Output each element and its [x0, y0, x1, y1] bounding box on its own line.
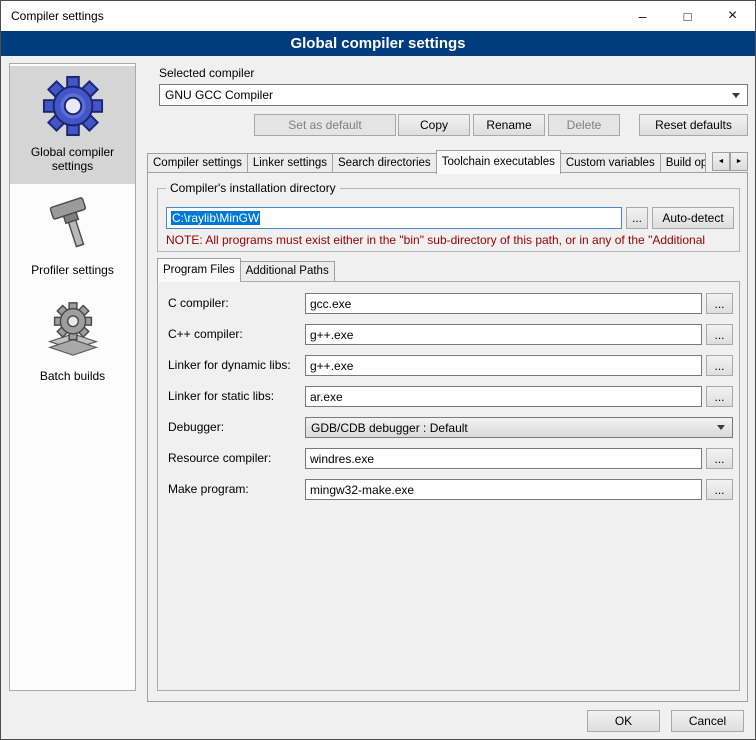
resource-compiler-label: Resource compiler: [168, 451, 271, 465]
static-linker-value: ar.exe [310, 390, 343, 404]
installation-note: NOTE: All programs must exist either in … [166, 233, 751, 247]
tab-additional-paths[interactable]: Additional Paths [240, 261, 335, 281]
make-program-label: Make program: [168, 482, 249, 496]
close-icon[interactable]: × [710, 1, 755, 31]
debugger-label: Debugger: [168, 420, 224, 434]
tab-scroll-left-icon[interactable]: ◄ [712, 152, 730, 171]
titlebar[interactable]: Compiler settings – □ × [1, 1, 755, 31]
installation-directory-group: Compiler's installation directory C:\ray… [157, 188, 740, 252]
tab-build-options[interactable]: Build options [660, 153, 706, 173]
static-linker-browse-button[interactable]: ... [706, 386, 733, 407]
installation-directory-input[interactable]: C:\raylib\MinGW [166, 207, 622, 229]
resource-compiler-value: windres.exe [310, 452, 374, 466]
compiler-settings-window: Compiler settings – □ × Global compiler … [0, 0, 756, 740]
maximize-icon[interactable]: □ [665, 1, 710, 31]
tab-toolchain-executables[interactable]: Toolchain executables [436, 150, 561, 174]
c-compiler-label: C compiler: [168, 296, 229, 310]
field-row: C compiler: gcc.exe ... [158, 293, 739, 314]
field-row: Debugger: GDB/CDB debugger : Default [158, 417, 739, 438]
reset-defaults-button[interactable]: Reset defaults [639, 114, 748, 136]
make-program-value: mingw32-make.exe [310, 483, 414, 497]
tab-custom-variables[interactable]: Custom variables [560, 153, 661, 173]
debugger-value: GDB/CDB debugger : Default [306, 421, 717, 435]
delete-button[interactable]: Delete [548, 114, 620, 136]
settings-tabs: Compiler settings Linker settings Search… [147, 151, 748, 173]
resource-compiler-input[interactable]: windres.exe [305, 448, 702, 469]
c-compiler-value: gcc.exe [310, 297, 351, 311]
tab-linker-settings[interactable]: Linker settings [247, 153, 333, 173]
installation-directory-group-label: Compiler's installation directory [166, 181, 340, 195]
settings-category-list: Global compiler settings Profiler settin… [9, 63, 136, 691]
installation-directory-browse-button[interactable]: ... [626, 207, 648, 229]
dialog-body: Global compiler settings Profiler settin… [1, 56, 755, 739]
cpp-compiler-browse-button[interactable]: ... [706, 324, 733, 345]
selected-compiler-value: GNU GCC Compiler [160, 88, 732, 102]
program-tabs: Program Files Additional Paths [157, 259, 740, 281]
dynamic-linker-value: g++.exe [310, 359, 353, 373]
cpp-compiler-input[interactable]: g++.exe [305, 324, 702, 345]
sidebar-item-label: Profiler settings [31, 263, 114, 277]
field-row: Linker for static libs: ar.exe ... [158, 386, 739, 407]
tab-scroll-right-icon[interactable]: ► [730, 152, 748, 171]
debugger-select[interactable]: GDB/CDB debugger : Default [305, 417, 733, 438]
field-row: C++ compiler: g++.exe ... [158, 324, 739, 345]
sidebar-item-global-compiler-settings[interactable]: Global compiler settings [10, 66, 135, 184]
window-title: Compiler settings [1, 9, 104, 23]
static-linker-label: Linker for static libs: [168, 389, 274, 403]
static-linker-input[interactable]: ar.exe [305, 386, 702, 407]
tab-compiler-settings[interactable]: Compiler settings [147, 153, 248, 173]
program-files-panel: C compiler: gcc.exe ... C++ compiler: g+… [157, 281, 740, 691]
toolchain-executables-panel: Compiler's installation directory C:\ray… [147, 172, 748, 702]
set-as-default-button[interactable]: Set as default [254, 114, 396, 136]
ok-button[interactable]: OK [587, 710, 660, 732]
blue-gear-icon [42, 75, 104, 137]
selected-compiler-label: Selected compiler [159, 66, 254, 80]
field-row: Linker for dynamic libs: g++.exe ... [158, 355, 739, 376]
dropdown-arrow-icon [717, 425, 725, 430]
cancel-button[interactable]: Cancel [671, 710, 744, 732]
copy-button[interactable]: Copy [398, 114, 470, 136]
minimize-icon[interactable]: – [620, 1, 665, 31]
installation-directory-value: C:\raylib\MinGW [171, 211, 260, 225]
dynamic-linker-browse-button[interactable]: ... [706, 355, 733, 376]
c-compiler-browse-button[interactable]: ... [706, 293, 733, 314]
tab-program-files[interactable]: Program Files [157, 258, 241, 282]
field-row: Make program: mingw32-make.exe ... [158, 479, 739, 500]
tab-search-directories[interactable]: Search directories [332, 153, 437, 173]
profiler-hammer-icon [43, 193, 103, 255]
page-title: Global compiler settings [1, 31, 755, 56]
window-controls: – □ × [620, 1, 755, 31]
sidebar-item-label: Batch builds [40, 369, 105, 383]
field-row: Resource compiler: windres.exe ... [158, 448, 739, 469]
make-program-input[interactable]: mingw32-make.exe [305, 479, 702, 500]
auto-detect-button[interactable]: Auto-detect [652, 207, 734, 229]
dynamic-linker-input[interactable]: g++.exe [305, 355, 702, 376]
dropdown-arrow-icon [732, 93, 740, 98]
sidebar-item-batch-builds[interactable]: Batch builds [10, 288, 135, 394]
cpp-compiler-label: C++ compiler: [168, 327, 243, 341]
cpp-compiler-value: g++.exe [310, 328, 353, 342]
batch-builds-gear-icon [42, 297, 104, 361]
sidebar-item-label: Global compiler settings [12, 145, 133, 173]
selected-compiler-select[interactable]: GNU GCC Compiler [159, 84, 748, 106]
dynamic-linker-label: Linker for dynamic libs: [168, 358, 291, 372]
make-program-browse-button[interactable]: ... [706, 479, 733, 500]
resource-compiler-browse-button[interactable]: ... [706, 448, 733, 469]
c-compiler-input[interactable]: gcc.exe [305, 293, 702, 314]
sidebar-item-profiler-settings[interactable]: Profiler settings [10, 184, 135, 288]
rename-button[interactable]: Rename [473, 114, 545, 136]
